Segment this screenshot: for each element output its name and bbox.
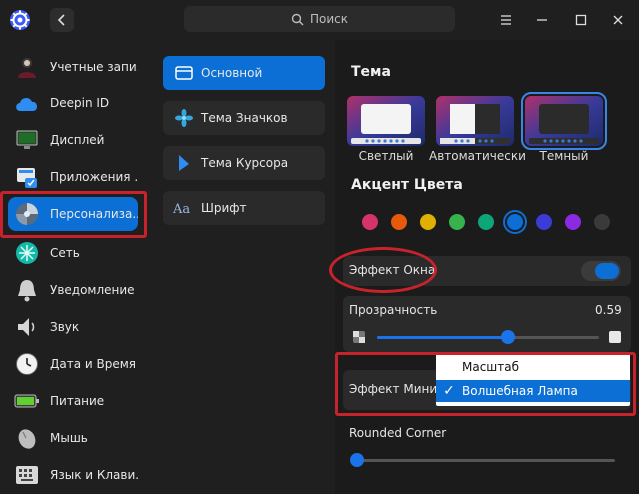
sidebar-item-label: Звук: [50, 320, 80, 334]
theme-title: Тема: [351, 64, 391, 80]
sidebar-item-label: Питание: [50, 394, 105, 408]
cursor-icon: [173, 154, 195, 172]
tab-label: Основной: [201, 66, 263, 80]
tab-label: Шрифт: [201, 201, 247, 215]
hamburger-icon: [501, 15, 511, 25]
menu-button[interactable]: [496, 10, 516, 30]
tab-cursor-theme[interactable]: Тема Курсора: [163, 146, 325, 180]
transparency-value: 0.59: [595, 303, 622, 317]
sidebar-item-power[interactable]: Питание: [8, 384, 138, 418]
maximize-icon: [575, 14, 587, 26]
tab-general[interactable]: Основной: [163, 56, 325, 90]
theme-auto-card[interactable]: [436, 96, 514, 146]
theme-dark-label: Темный: [539, 149, 589, 163]
sidebar-item-label: Приложения ...: [50, 170, 138, 184]
highlight-ellipse: [329, 247, 437, 293]
battery-icon: [14, 388, 40, 414]
sidebar-item-label: Язык и Клави...: [50, 468, 138, 482]
icon-theme-icon: [173, 109, 195, 127]
sidebar-item-label: Мышь: [50, 431, 88, 445]
rounded-corner-label: Rounded Corner: [349, 426, 447, 440]
title-bar: Поиск: [0, 0, 639, 40]
window-effect-toggle[interactable]: [581, 261, 621, 281]
light-theme-preview: [347, 96, 425, 146]
tab-label: Тема Курсора: [201, 156, 289, 170]
tab-label: Тема Значков: [201, 111, 288, 125]
sidebar-item-mouse[interactable]: Мышь: [8, 421, 138, 455]
search-icon: [291, 13, 304, 25]
accent-color-swatch[interactable]: [478, 214, 494, 230]
minimize-button[interactable]: [532, 10, 552, 30]
accent-color-swatch[interactable]: [391, 214, 407, 230]
sidebar-item-label: Дисплей: [50, 133, 105, 147]
sidebar-item-datetime[interactable]: Дата и Время: [8, 347, 138, 381]
sidebar-item-label: Уведомление: [50, 283, 135, 297]
accent-color-swatch[interactable]: [507, 214, 523, 230]
accent-color-swatch[interactable]: [449, 214, 465, 230]
clock-icon: [14, 351, 40, 377]
sidebar-item-label: Сеть: [50, 246, 80, 260]
search-placeholder: Поиск: [309, 12, 348, 26]
sidebar: Учетные запи... Deepin ID Дисплей Прилож…: [0, 40, 147, 494]
maximize-button[interactable]: [571, 10, 591, 30]
theme-auto-label: Автоматически: [429, 149, 526, 163]
user-account-icon: [14, 54, 40, 80]
sidebar-item-notifications[interactable]: Уведомление: [8, 273, 138, 307]
svg-text:Aa: Aa: [173, 202, 190, 216]
chevron-left-icon: [57, 14, 65, 26]
accent-color-swatch[interactable]: [362, 214, 378, 230]
settings-gear-icon[interactable]: [8, 8, 32, 32]
close-icon: [613, 15, 623, 25]
sidebar-item-keyboard[interactable]: Язык и Клави...: [8, 458, 138, 492]
accent-color-swatch[interactable]: [536, 214, 552, 230]
rounded-corner-slider-handle[interactable]: [350, 453, 364, 467]
window-icon: [173, 66, 195, 80]
font-icon: Aa: [173, 200, 195, 216]
transparency-slider-handle[interactable]: [500, 330, 515, 344]
transparency-label: Прозрачность: [349, 303, 438, 317]
accent-color-swatch[interactable]: [565, 214, 581, 230]
keyboard-icon: [14, 462, 40, 488]
tab-font[interactable]: Aa Шрифт: [163, 191, 325, 225]
rounded-corner-slider[interactable]: [357, 459, 615, 462]
transparency-high-icon: [609, 331, 621, 343]
highlight-box: [335, 352, 636, 416]
sidebar-item-label: Deepin ID: [50, 96, 110, 110]
close-button[interactable]: [608, 10, 628, 30]
network-icon: [14, 240, 40, 266]
accent-color-swatch[interactable]: [594, 214, 610, 230]
bell-icon: [14, 277, 40, 303]
theme-light-card[interactable]: [347, 96, 425, 146]
highlight-box: [0, 191, 147, 238]
theme-dark-card[interactable]: [521, 92, 607, 150]
minimize-icon: [537, 19, 547, 21]
general-settings-panel: Тема Светлый Автоматически Темный Акцент…: [329, 40, 639, 494]
auto-theme-preview: [436, 96, 514, 146]
search-input[interactable]: Поиск: [184, 6, 455, 32]
accent-color-swatch[interactable]: [420, 214, 436, 230]
sidebar-item-network[interactable]: Сеть: [8, 236, 138, 270]
mouse-icon: [14, 425, 40, 451]
transparency-row: Прозрачность 0.59: [343, 296, 631, 352]
sidebar-item-label: Дата и Время: [50, 357, 137, 371]
cloud-icon: [14, 90, 40, 116]
default-apps-icon: [14, 164, 40, 190]
dark-theme-preview: [525, 96, 603, 146]
sidebar-item-default-apps[interactable]: Приложения ...: [8, 160, 138, 194]
transparency-low-icon: [353, 331, 365, 343]
accent-color-title: Акцент Цвета: [351, 177, 463, 193]
tab-icon-theme[interactable]: Тема Значков: [163, 101, 325, 135]
personalization-submenu: Основной Тема Значков Тема Курсора Aa Шр…: [147, 40, 335, 494]
sidebar-item-accounts[interactable]: Учетные запи...: [8, 50, 138, 84]
display-icon: [14, 127, 40, 153]
sidebar-item-sound[interactable]: Звук: [8, 310, 138, 344]
sidebar-item-display[interactable]: Дисплей: [8, 123, 138, 157]
transparency-slider[interactable]: [377, 336, 599, 339]
sidebar-item-label: Учетные запи...: [50, 60, 138, 74]
speaker-icon: [14, 314, 40, 340]
sidebar-item-deepin-id[interactable]: Deepin ID: [8, 86, 138, 120]
theme-light-label: Светлый: [358, 149, 414, 163]
back-button[interactable]: [50, 8, 74, 32]
